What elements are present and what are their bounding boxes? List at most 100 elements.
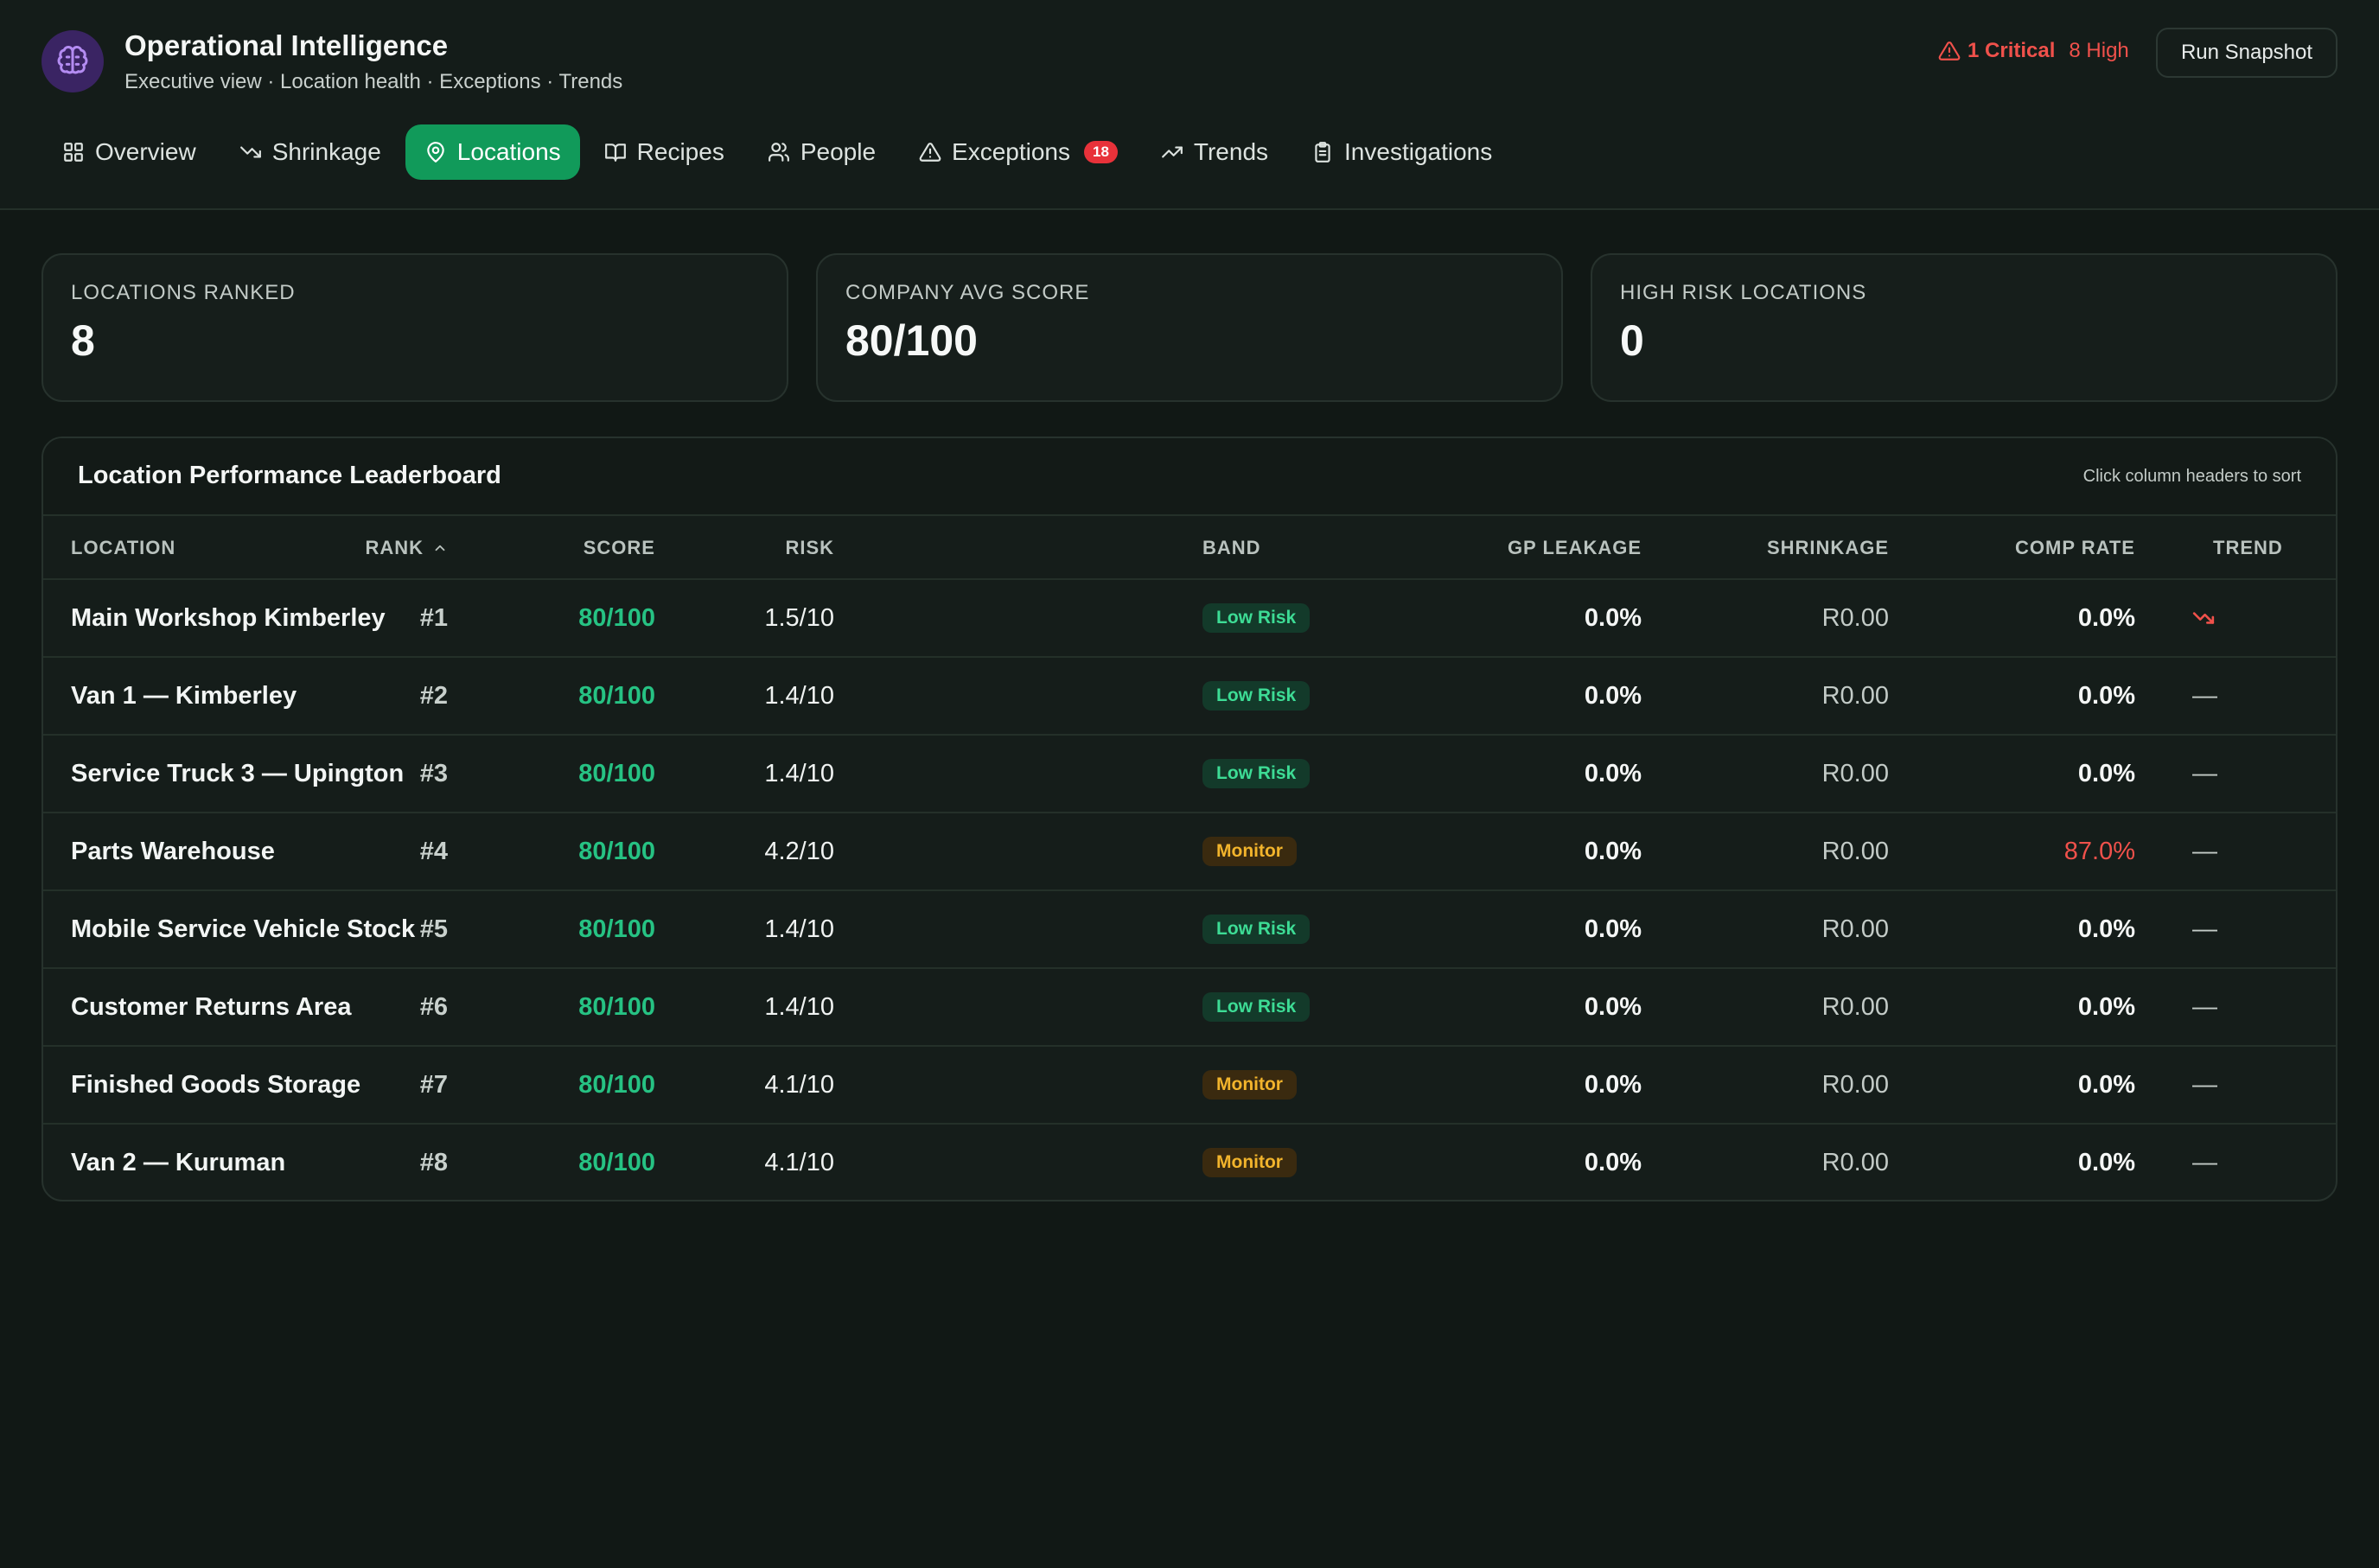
band-cell: Low Risk — [1202, 580, 1311, 656]
location-name: Van 2 — Kuruman — [71, 1148, 286, 1176]
kpi-company-avg-score: COMPANY AVG SCORE 80/100 — [816, 253, 1563, 402]
high-alert[interactable]: 8 High — [2069, 39, 2128, 63]
score-value: 80/100 — [578, 1148, 655, 1176]
warning-icon — [1938, 41, 1961, 61]
shrinkage-value: R0.00 — [1821, 681, 1889, 710]
trend-value: — — [2192, 1148, 2217, 1176]
risk-value: 1.4/10 — [764, 759, 834, 787]
trend-down-icon — [2192, 580, 2215, 656]
col-risk[interactable]: RISK — [785, 537, 834, 559]
app-title: Operational Intelligence — [124, 29, 449, 61]
kpi-high-risk-locations: HIGH RISK LOCATIONS 0 — [1591, 253, 2338, 402]
table-row[interactable]: Van 1 — Kimberley #2 80/100 1.4/10 Low Risk 0… — [43, 658, 2336, 736]
shrinkage-value: R0.00 — [1821, 837, 1889, 865]
gp-leakage-value: 0.0% — [1584, 1148, 1642, 1176]
band-badge: Low Risk — [1202, 759, 1311, 788]
table-row[interactable]: Customer Returns Area #6 80/100 1.4/10 Low R… — [43, 969, 2336, 1047]
tab-label: Investigations — [1344, 138, 1493, 165]
col-comp-rate[interactable]: COMP RATE — [2015, 537, 2135, 559]
rank-value: #8 — [419, 1148, 448, 1176]
col-rank[interactable]: RANK — [365, 537, 448, 559]
grid-icon — [64, 143, 83, 162]
location-name: Main Workshop Kimberley — [71, 603, 386, 632]
rank-value: #5 — [419, 915, 448, 943]
band-cell: Low Risk — [1202, 658, 1311, 734]
tab-label: Trends — [1193, 138, 1269, 165]
col-score[interactable]: SCORE — [584, 537, 655, 559]
tab-overview[interactable]: Overview — [43, 124, 215, 180]
score-value: 80/100 — [578, 1070, 655, 1099]
tab-people[interactable]: People — [749, 124, 895, 180]
comp-rate-value: 0.0% — [2077, 915, 2135, 943]
gp-leakage-value: 0.0% — [1584, 992, 1642, 1021]
score-value: 80/100 — [578, 992, 655, 1021]
book-icon — [604, 143, 626, 162]
tab-locations[interactable]: Locations — [405, 124, 580, 180]
gp-leakage-value: 0.0% — [1584, 603, 1642, 632]
trend-value: — — [2192, 992, 2217, 1021]
location-name: Mobile Service Vehicle Stock — [71, 915, 416, 943]
comp-rate-value: 0.0% — [2077, 603, 2135, 632]
kpi-value: 8 — [71, 316, 95, 365]
critical-alert[interactable]: 1 Critical — [1938, 39, 2055, 63]
shrinkage-value: R0.00 — [1821, 1070, 1889, 1099]
leaderboard-panel: Location Performance Leaderboard Click c… — [41, 437, 2338, 1201]
alert-summary[interactable]: 1 Critical 8 High — [1938, 39, 2129, 63]
app-subtitle: Executive view · Location health · Excep… — [124, 70, 623, 93]
tab-trends[interactable]: Trends — [1142, 124, 1287, 180]
exceptions-count-badge: 18 — [1084, 141, 1118, 163]
trend-value: — — [2192, 1070, 2217, 1099]
tab-label: Exceptions — [952, 138, 1070, 165]
location-name: Finished Goods Storage — [71, 1070, 361, 1099]
kpi-value: 0 — [1620, 316, 1644, 365]
rank-value: #6 — [419, 992, 448, 1021]
kpi-locations-ranked: LOCATIONS RANKED 8 — [41, 253, 788, 402]
band-badge: Low Risk — [1202, 681, 1311, 711]
trending-up-icon — [1162, 146, 1183, 158]
tab-recipes[interactable]: Recipes — [585, 124, 743, 180]
col-location[interactable]: LOCATION — [71, 537, 175, 559]
gp-leakage-value: 0.0% — [1584, 759, 1642, 787]
gp-leakage-value: 0.0% — [1584, 915, 1642, 943]
rank-value: #3 — [419, 759, 448, 787]
comp-rate-value: 0.0% — [2077, 759, 2135, 787]
table-row[interactable]: Van 2 — Kuruman #8 80/100 4.1/10 Monitor 0.0%… — [43, 1125, 2336, 1200]
users-icon — [768, 143, 789, 162]
run-snapshot-button[interactable]: Run Snapshot — [2156, 28, 2338, 78]
rank-value: #7 — [419, 1070, 448, 1099]
band-badge: Low Risk — [1202, 915, 1311, 944]
table-row[interactable]: Main Workshop Kimberley #1 80/100 1.5/10 Low… — [43, 580, 2336, 658]
col-trend[interactable]: TREND — [2213, 537, 2283, 559]
chevron-up-icon — [435, 545, 445, 551]
risk-value: 4.1/10 — [764, 1148, 834, 1176]
tab-label: Locations — [456, 138, 561, 165]
kpi-value: 80/100 — [845, 316, 978, 365]
band-badge: Monitor — [1202, 837, 1297, 866]
tab-investigations[interactable]: Investigations — [1292, 124, 1511, 180]
col-shrinkage[interactable]: SHRINKAGE — [1767, 537, 1889, 559]
rank-value: #2 — [419, 681, 448, 710]
comp-rate-value: 0.0% — [2077, 1148, 2135, 1176]
tab-shrinkage[interactable]: Shrinkage — [220, 124, 400, 180]
score-value: 80/100 — [578, 837, 655, 865]
risk-value: 4.1/10 — [764, 1070, 834, 1099]
col-gp-leakage[interactable]: GP LEAKAGE — [1508, 537, 1642, 559]
trend-value: — — [2192, 681, 2217, 710]
col-band[interactable]: BAND — [1202, 537, 1261, 559]
tab-label: Shrinkage — [271, 138, 381, 165]
tab-exceptions[interactable]: Exceptions 18 — [900, 124, 1137, 180]
location-name: Van 1 — Kimberley — [71, 681, 297, 710]
table-row[interactable]: Finished Goods Storage #7 80/100 4.1/10 Moni… — [43, 1047, 2336, 1125]
table-row[interactable]: Service Truck 3 — Upington #3 80/100 1.4/10… — [43, 736, 2336, 813]
leaderboard-header: Location Performance Leaderboard Click c… — [43, 438, 2336, 516]
comp-rate-value: 0.0% — [2077, 1070, 2135, 1099]
critical-count: 1 Critical — [1968, 39, 2056, 62]
kpi-label: COMPANY AVG SCORE — [845, 281, 1090, 304]
gp-leakage-value: 0.0% — [1584, 1070, 1642, 1099]
location-name: Parts Warehouse — [71, 837, 275, 865]
table-row[interactable]: Mobile Service Vehicle Stock #5 80/100 1.4/… — [43, 891, 2336, 969]
band-cell: Monitor — [1202, 1047, 1297, 1123]
comp-rate-value: 87.0% — [2063, 837, 2135, 865]
tab-label: People — [800, 138, 877, 165]
table-row[interactable]: Parts Warehouse #4 80/100 4.2/10 Monitor 0.0%… — [43, 813, 2336, 891]
